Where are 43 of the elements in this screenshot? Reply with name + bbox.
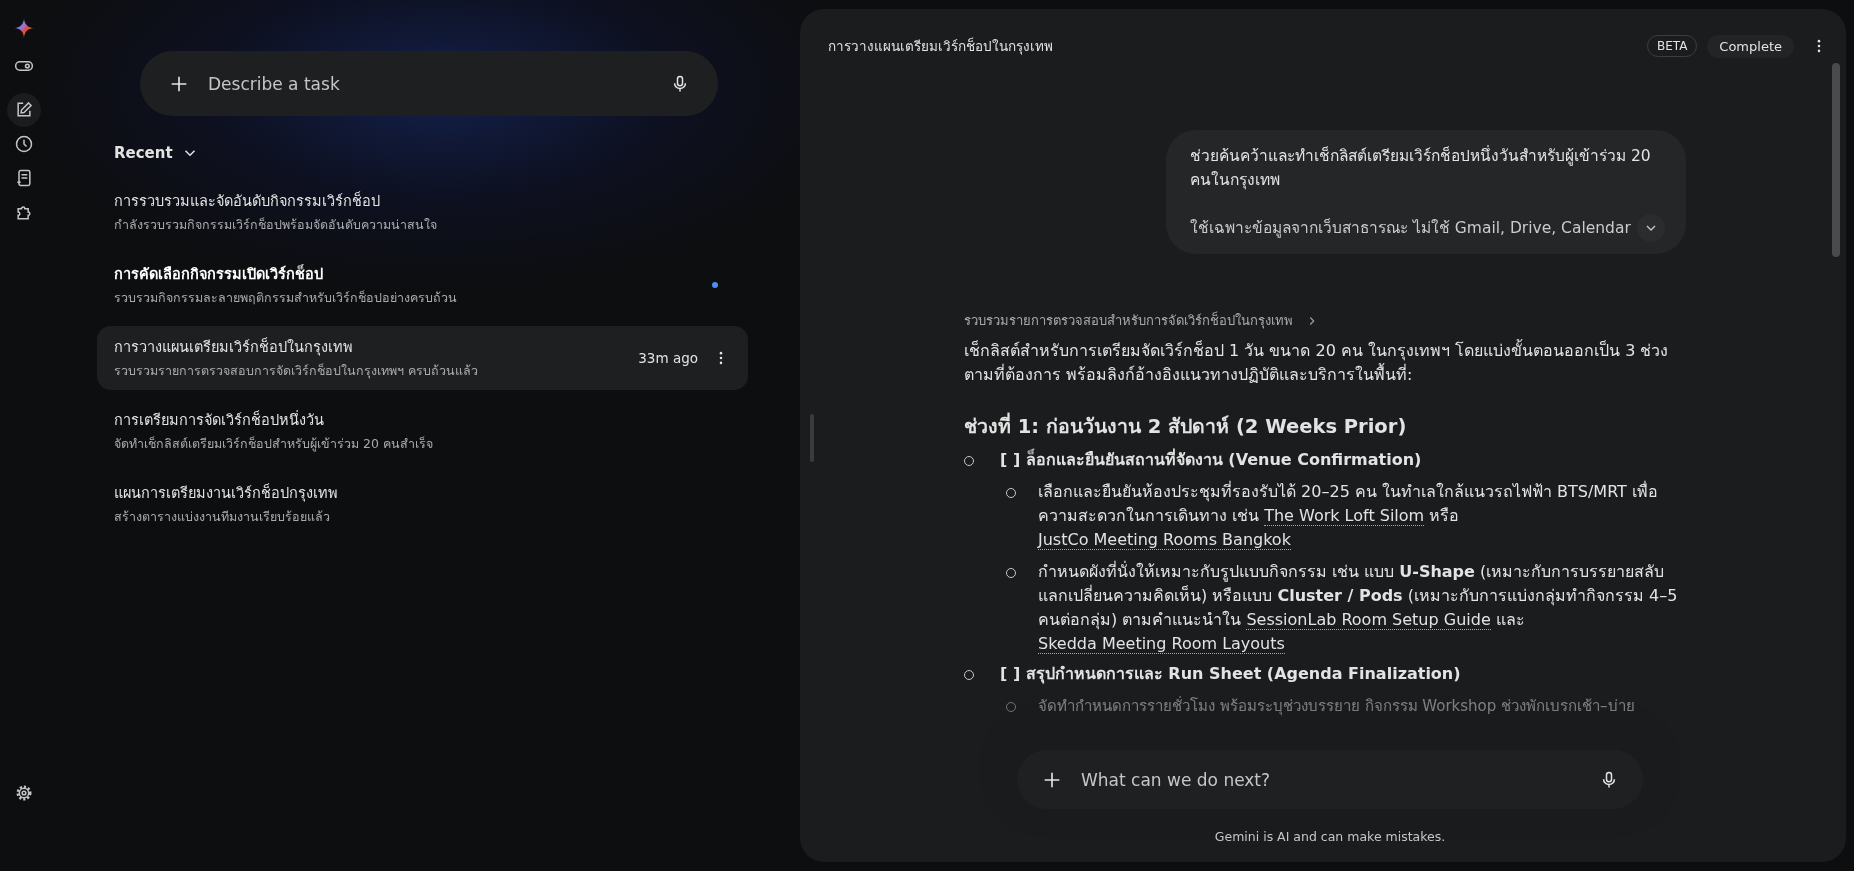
search-bar[interactable]: Describe a task	[140, 51, 718, 116]
checklist-detail: เลือกและยืนยันห้องประชุมที่รองรับได้ 20–25 คน ในทำเลใกล้แนวรถไฟฟ้า BTS/MRT เพื่อความสะดวกในการเดินทาง เช่น The Work Loft Silom หรือ JustCo Meeting Rooms Bangkok	[1038, 480, 1659, 552]
section-heading: ช่วงที่ 1: ก่อนวันงาน 2 สัปดาห์ (2 Weeks Prior)	[964, 411, 1686, 442]
task-summary: รวบรวมกิจกรรมละลายพฤติกรรมสำหรับเวิร์กช็อปอย่างครบถ้วน	[114, 289, 458, 307]
task-title: การวางแผนเตรียมเวิร์กช็อปในกรุงเทพ	[828, 36, 1054, 57]
task-summary: จัดทำเช็กลิสต์เตรียมเวิร์กช็อปสำหรับผู้เข้าร่วม 20 คนสำเร็จ	[114, 435, 434, 454]
intro-paragraph: เช็กลิสต์สำหรับการเตรียมจัดเวิร์กช็อป 1 วัน ขนาด 20 คน ในกรุงเทพฯ โดยแบ่งขั้นตอนออกเป็น 3 ช่วงตามที่ต้องการ พร้อมลิงก์อ้างอิงแนวทางปฏิบัติและบริการในพื้นที่:	[964, 339, 1670, 386]
task-title: แผนการเตรียมงานเวิร์กช็อปกรุงเทพ	[114, 482, 339, 504]
message-input-field[interactable]: What can we do next?	[1079, 768, 1583, 791]
expand-button[interactable]	[1636, 214, 1665, 242]
resize-handle[interactable]	[810, 414, 814, 462]
disclaimer-text: Gemini is AI and can make mistakes.	[1213, 828, 1447, 846]
task-title: การรวบรวมและจัดอันดับกิจกรรมเวิร์กช็อป	[114, 190, 381, 211]
recent-toggle[interactable]: Recent	[114, 144, 199, 162]
checklist-detail: กำหนดผังที่นั่งให้เหมาะกับรูปแบบกิจกรรม เช่น แบบ U-Shape (เหมาะกับการบรรยายสลับแลกเปลี่ยนความคิดเห็น) หรือแบบ Cluster / Pods (เหมาะกับการแบ่งกลุ่มทำกิจกรรม 4–5 คนต่อกลุ่ม) ตามคำแนะนำใน SessionLab Room Setup Guide และ Skedda Meeting Room Layouts	[1038, 560, 1679, 656]
task-item[interactable]: การวางแผนเตรียมเวิร์กช็อปในกรุงเทพ รวบรวมรายการตรวจสอบการจัดเวิร์กช็อปในกรุงเทพฯ ครบถ้วนแล้ว 33m ago	[97, 326, 748, 390]
task-input-field[interactable]: Describe a task	[206, 72, 654, 95]
reference-link[interactable]: Skedda Meeting Room Layouts	[1038, 634, 1285, 654]
scrollbar-thumb[interactable]	[1832, 63, 1840, 257]
task-summary: สร้างตารางแบ่งงานทีมงานเรียบร้อยแล้ว	[114, 508, 331, 526]
composer-bar[interactable]: What can we do next?	[1017, 750, 1643, 809]
task-summary: รวบรวมรายการตรวจสอบการจัดเวิร์กช็อปในกรุงเทพฯ ครบถ้วนแล้ว	[114, 362, 479, 381]
checklist-item: [ ] สรุปกำหนดการและ Run Sheet (Agenda Finalization)	[1000, 663, 1461, 686]
task-title: การวางแผนเตรียมเวิร์กช็อปในกรุงเทพ	[114, 336, 354, 358]
checklist-item: [ ] ล็อกและยืนยันสถานที่จัดงาน (Venue Confirmation)	[1000, 448, 1422, 471]
edit-icon[interactable]	[7, 93, 41, 127]
checklist-detail: จัดทำกำหนดการรายชั่วโมง พร้อมระบุช่วงบรรยาย กิจกรรม Workshop ช่วงพักเบรกเช้า–บ่าย	[1038, 695, 1635, 718]
reference-link[interactable]: SessionLab Room Setup Guide	[1246, 610, 1491, 630]
task-item[interactable]: การรวบรวมและจัดอันดับกิจกรรมเวิร์กช็อป กำลังรวบรวมกิจกรรมเวิร์กช็อปพร้อมจัดอันดับความน่าสนใจ	[97, 180, 748, 244]
task-summary: กำลังรวบรวมกิจกรรมเวิร์กช็อปพร้อมจัดอันดับความน่าสนใจ	[114, 216, 438, 234]
task-title: การคัดเลือกกิจกรรมเปิดเวิร์กช็อป	[114, 263, 324, 284]
task-time: 33m ago	[638, 350, 698, 366]
step-link[interactable]: รวบรวมรายการตรวจสอบสำหรับการจัดเวิร์กช็อปในกรุงเทพ	[964, 310, 1293, 331]
message-text: ใช้เฉพาะข้อมูลจากเว็บสาธารณะ ไม่ใช้ Gmail, Drive, Calendar	[1190, 217, 1631, 240]
task-item[interactable]: การเตรียมการจัดเวิร์กช็อปหนึ่งวัน จัดทำเช็กลิสต์เตรียมเวิร์กช็อปสำหรับผู้เข้าร่วม 20 คนสำเร็จ	[97, 399, 748, 463]
settings-icon[interactable]	[14, 783, 34, 803]
task-item[interactable]: แผนการเตรียมงานเวิร์กช็อปกรุงเทพ สร้างตารางแบ่งงานทีมงานเรียบร้อยแล้ว	[97, 472, 748, 536]
task-item[interactable]: การคัดเลือกกิจกรรมเปิดเวิร์กช็อป รวบรวมกิจกรรมละลายพฤติกรรมสำหรับเวิร์กช็อปอย่างครบถ้วน	[97, 253, 748, 317]
reference-link[interactable]: JustCo Meeting Rooms Bangkok	[1038, 530, 1291, 550]
reference-link[interactable]: The Work Loft Silom	[1264, 506, 1425, 526]
task-title: การเตรียมการจัดเวิร์กช็อปหนึ่งวัน	[114, 409, 325, 430]
message-text: ช่วยค้นคว้าและทำเช็กลิสต์เตรียมเวิร์กช็อปหนึ่งวันสำหรับผู้เข้าร่วม 20 คนในกรุงเทพ	[1190, 144, 1652, 192]
status-chip: Complete	[1707, 34, 1794, 58]
